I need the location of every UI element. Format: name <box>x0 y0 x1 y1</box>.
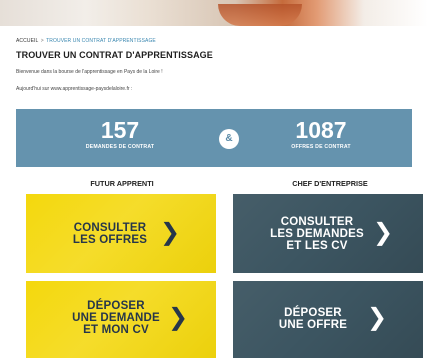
requests-count: 157 <box>100 117 140 143</box>
header-banner-image <box>0 0 428 26</box>
consult-offers-label: CONSULTER LES OFFRES <box>70 222 150 246</box>
chevron-right-icon: ❯ <box>168 304 189 331</box>
consult-requests-line-2: LES DEMANDES <box>270 228 364 240</box>
consult-requests-line-1: CONSULTER <box>280 216 354 228</box>
consult-requests-label: CONSULTER LES DEMANDES ET LES CV <box>267 216 367 252</box>
post-offer-line-2: UNE OFFRE <box>278 319 348 331</box>
page-title: TROUVER UN CONTRAT D'APPRENTISSAGE <box>16 50 213 60</box>
offers-label: OFFRES DE CONTRAT <box>291 144 351 150</box>
breadcrumb-home-link[interactable]: ACCUEIL <box>16 38 38 44</box>
breadcrumb-current: TROUVER UN CONTRAT D'APPRENTISSAGE <box>46 38 156 44</box>
requests-label: DEMANDES DE CONTRAT <box>85 144 155 150</box>
post-request-label: DÉPOSER UNE DEMANDE ET MON CV <box>68 300 164 336</box>
employer-column-heading: CHEF D'ENTREPRISE <box>292 179 368 188</box>
post-request-line-1: DÉPOSER <box>87 300 145 312</box>
chevron-right-icon: ❯ <box>367 304 388 331</box>
site-stats-intro: Aujourd'hui sur www.apprentissage-paysde… <box>16 86 133 92</box>
breadcrumb: ACCUEIL > TROUVER UN CONTRAT D'APPRENTIS… <box>16 38 412 44</box>
intro-text: Bienvenue dans la bourse de l'apprentiss… <box>16 69 163 75</box>
post-request-line-2: UNE DEMANDE <box>72 312 160 324</box>
breadcrumb-separator: > <box>40 38 44 44</box>
offers-stat: 1087 OFFRES DE CONTRAT <box>256 117 386 150</box>
chevron-right-icon: ❯ <box>373 219 394 246</box>
consult-offers-button[interactable]: CONSULTER LES OFFRES ❯ <box>26 194 216 273</box>
stats-band: 157 DEMANDES DE CONTRAT & 1087 OFFRES DE… <box>16 109 412 167</box>
requests-stat: 157 DEMANDES DE CONTRAT <box>55 117 185 150</box>
chevron-right-icon: ❯ <box>160 219 181 246</box>
ampersand-badge: & <box>219 129 239 149</box>
post-offer-line-1: DÉPOSER <box>284 307 342 319</box>
consult-offers-line-1: CONSULTER <box>73 222 147 234</box>
consult-offers-line-2: LES OFFRES <box>72 234 148 246</box>
main-content: ACCUEIL > TROUVER UN CONTRAT D'APPRENTIS… <box>16 26 412 92</box>
consult-requests-line-3: ET LES CV <box>286 240 348 252</box>
post-offer-label: DÉPOSER UNE OFFRE <box>273 307 353 331</box>
consult-requests-button[interactable]: CONSULTER LES DEMANDES ET LES CV ❯ <box>233 194 423 273</box>
post-request-button[interactable]: DÉPOSER UNE DEMANDE ET MON CV ❯ <box>26 281 216 358</box>
offers-count: 1087 <box>295 117 347 143</box>
post-request-line-3: ET MON CV <box>83 324 149 336</box>
post-offer-button[interactable]: DÉPOSER UNE OFFRE ❯ <box>233 281 423 358</box>
apprentice-column-heading: FUTUR APPRENTI <box>90 179 154 188</box>
